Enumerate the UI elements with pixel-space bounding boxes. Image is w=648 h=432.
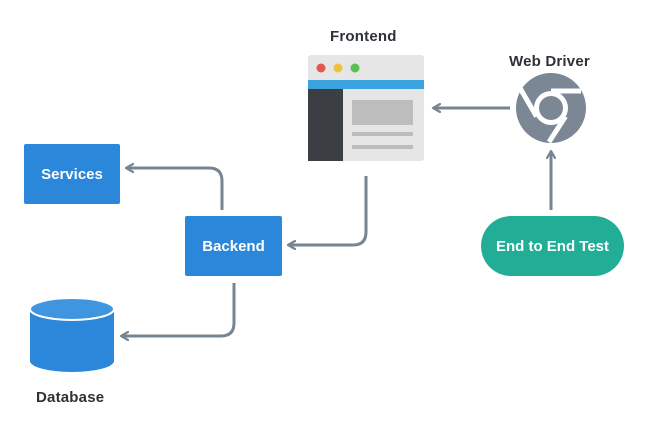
services-node: Services (24, 144, 120, 204)
backend-label: Backend (202, 237, 265, 255)
arrow-backend-to-services (126, 168, 224, 210)
services-label: Services (41, 165, 103, 183)
end-to-end-test-node: End to End Test (481, 216, 624, 276)
end-to-end-test-label: End to End Test (495, 237, 610, 255)
database-label: Database (36, 389, 105, 406)
arrow-frontend-to-backend (288, 176, 368, 245)
frontend-label: Frontend (330, 28, 397, 45)
browser-window-icon (308, 55, 424, 161)
database-cylinder-icon (29, 297, 115, 372)
backend-node: Backend (185, 216, 282, 276)
architecture-diagram: Frontend Web Driver Services Backend Dat… (0, 0, 648, 432)
web-driver-label: Web Driver (509, 53, 590, 70)
arrow-backend-to-database (121, 283, 236, 336)
chrome-browser-icon (516, 73, 586, 144)
